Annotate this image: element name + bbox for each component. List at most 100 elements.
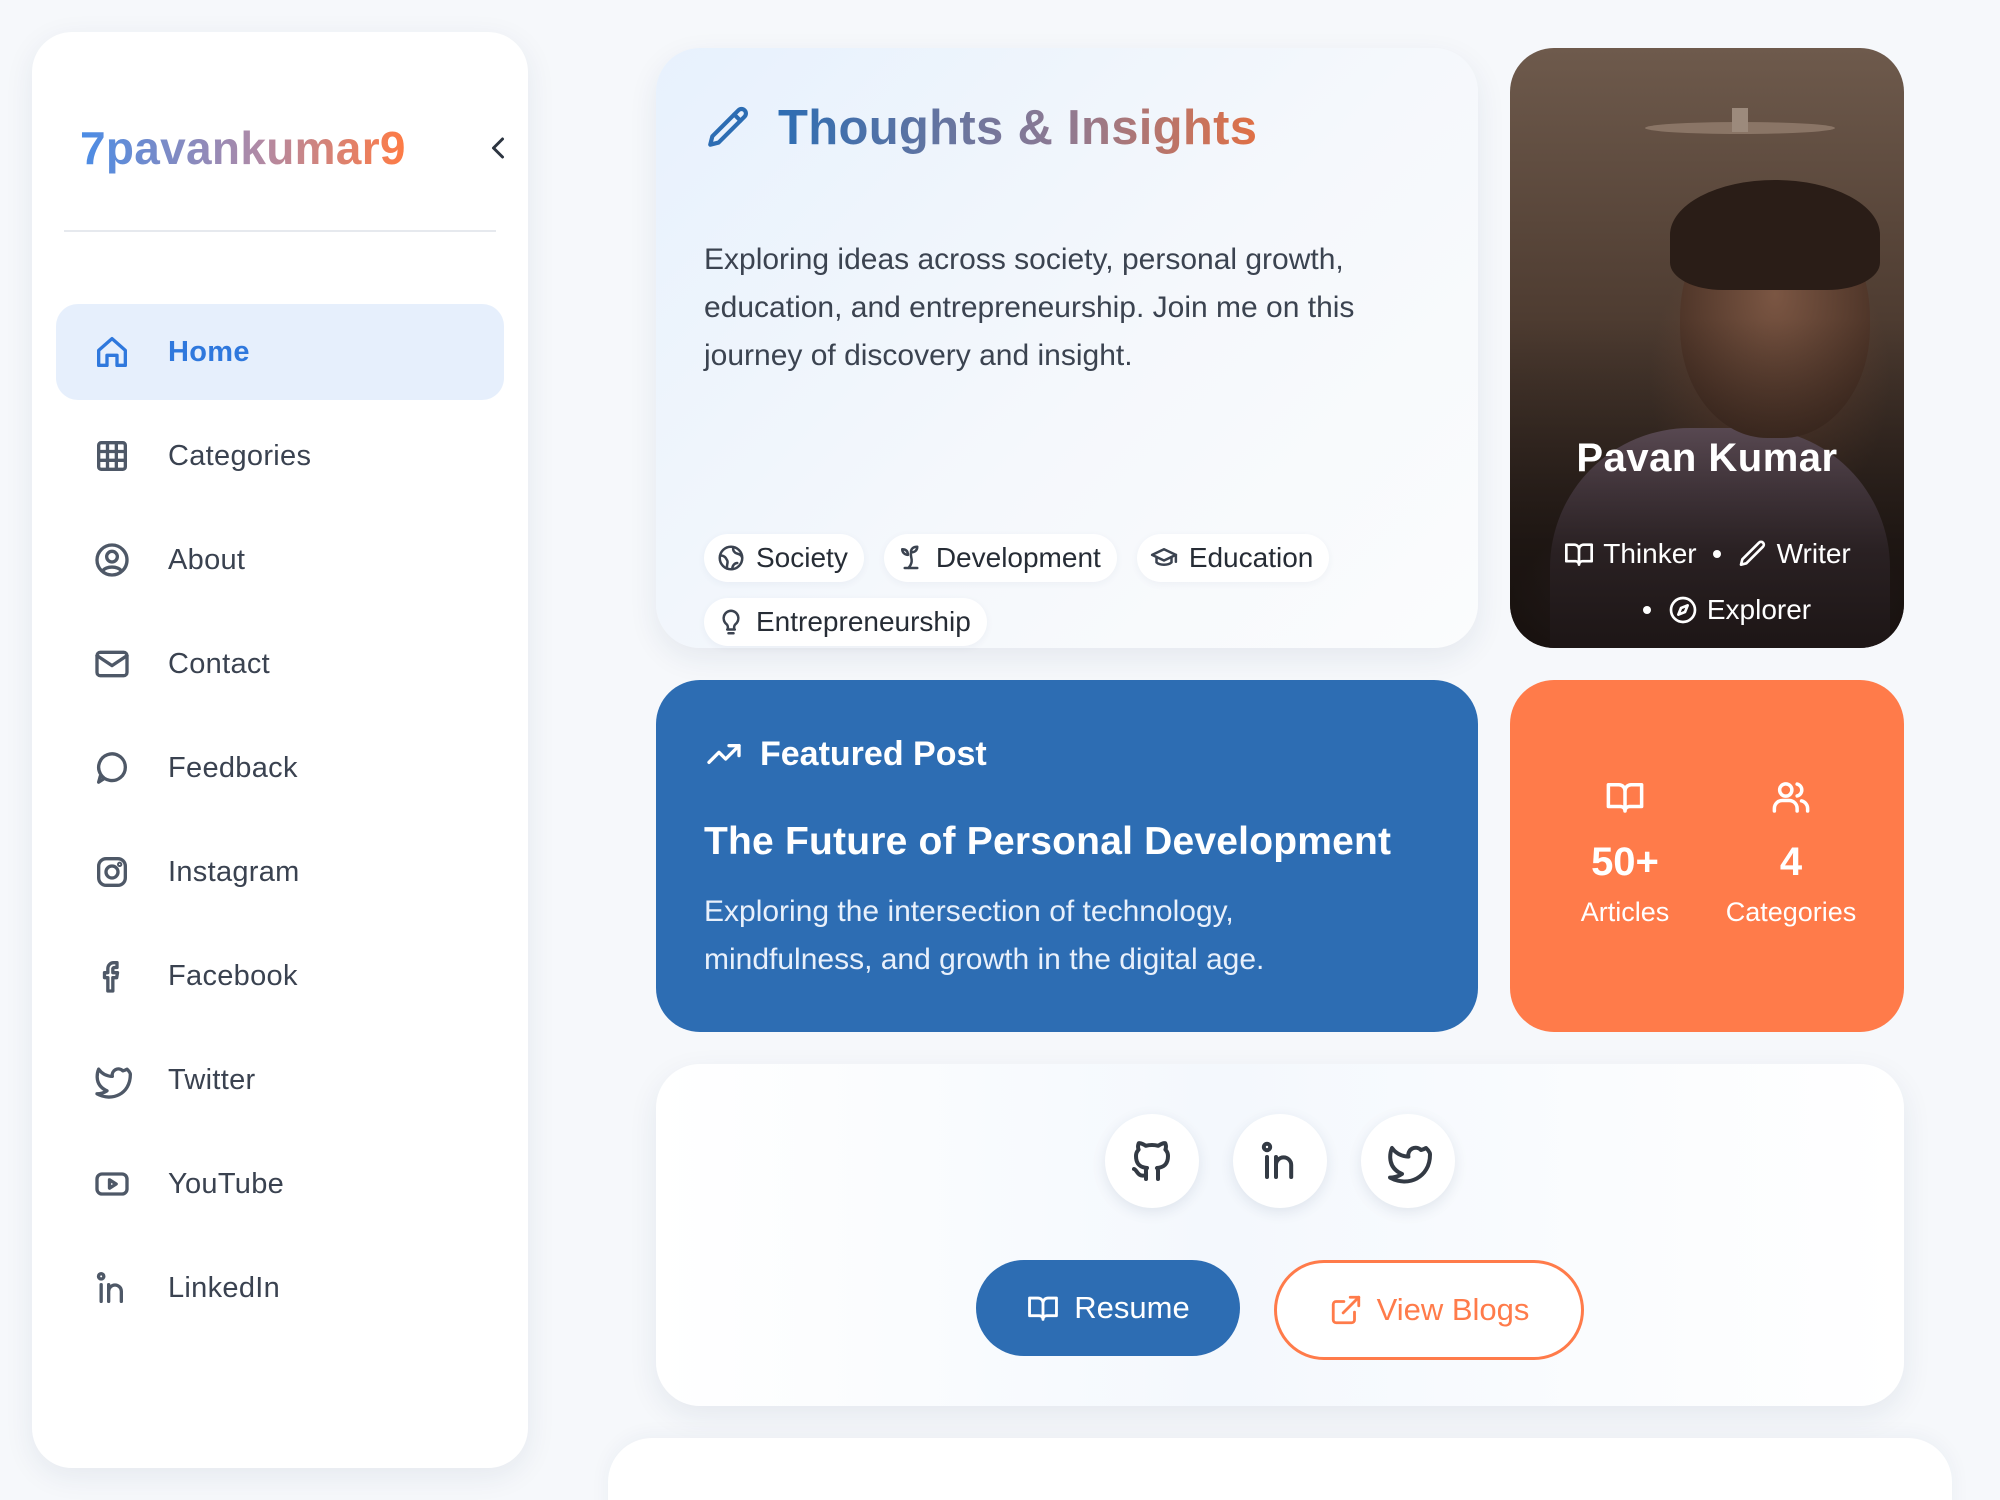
sidebar-item-feedback[interactable]: Feedback xyxy=(56,720,504,816)
graduation-cap-icon xyxy=(1150,548,1177,566)
users-icon xyxy=(1772,782,1810,813)
tag-development[interactable]: Development xyxy=(883,534,1117,582)
external-link-icon xyxy=(1331,1295,1360,1325)
role-thinker: Thinker xyxy=(1563,538,1697,570)
sidebar-item-label: Feedback xyxy=(168,751,298,784)
youtube-icon xyxy=(95,1172,129,1196)
sidebar-item-label: Home xyxy=(168,335,250,368)
sprout-icon xyxy=(900,545,919,570)
sidebar-item-label: Instagram xyxy=(168,855,300,888)
hero-header: Thoughts & Insights xyxy=(704,100,1257,156)
linkedin-link[interactable] xyxy=(1233,1114,1327,1208)
sidebar-item-home[interactable]: Home xyxy=(56,304,504,400)
github-icon xyxy=(1132,1141,1170,1181)
tag-label: Entrepreneurship xyxy=(756,606,971,637)
tag-education[interactable]: Education xyxy=(1136,534,1330,582)
lightbulb-icon xyxy=(722,609,740,635)
stat-categories: 4 Categories xyxy=(1706,776,1876,928)
stat-label: Categories xyxy=(1725,897,1857,927)
role-writer: Writer xyxy=(1737,538,1851,570)
profile-photo xyxy=(1645,108,1835,134)
pen-icon xyxy=(708,106,748,147)
grid-icon xyxy=(97,441,128,471)
sidebar-item-label: LinkedIn xyxy=(168,1271,281,1304)
sidebar-item-linkedin[interactable]: LinkedIn xyxy=(56,1240,504,1336)
page-title: Thoughts & Insights xyxy=(778,101,1258,155)
social-links-card: Resume View Blogs xyxy=(656,1064,1904,1406)
book-open-icon xyxy=(1565,543,1594,566)
instagram-icon xyxy=(97,857,127,887)
chevron-left-icon[interactable] xyxy=(480,130,516,166)
role-label: Explorer xyxy=(1706,594,1812,625)
stat-label: Articles xyxy=(1580,897,1670,927)
twitter-icon xyxy=(1388,1145,1432,1184)
sidebar-item-about[interactable]: About xyxy=(56,512,504,608)
stat-value: 50+ xyxy=(1591,840,1659,884)
featured-post-card[interactable]: Featured Post The Future of Personal Dev… xyxy=(656,680,1478,1032)
user-circle-icon xyxy=(95,543,129,577)
sidebar-item-twitter[interactable]: Twitter xyxy=(56,1032,504,1128)
sidebar-item-categories[interactable]: Categories xyxy=(56,408,504,504)
view-blogs-button[interactable]: View Blogs xyxy=(1274,1260,1584,1360)
sidebar-item-contact[interactable]: Contact xyxy=(56,616,504,712)
view-blogs-button-label: View Blogs xyxy=(1376,1292,1530,1327)
role-label: Thinker xyxy=(1603,538,1697,569)
trending-up-icon xyxy=(707,744,741,764)
sidebar-nav: Home Categories About Contact Feedback I… xyxy=(56,304,504,1344)
tag-society[interactable]: Society xyxy=(704,534,864,582)
cta-row: Resume View Blogs xyxy=(656,1260,1904,1360)
sidebar-item-facebook[interactable]: Facebook xyxy=(56,928,504,1024)
sidebar-item-label: Categories xyxy=(168,439,312,472)
featured-post-title[interactable]: The Future of Personal Development xyxy=(704,820,1391,864)
mail-icon xyxy=(95,650,129,678)
sidebar-item-label: Contact xyxy=(168,647,271,680)
sidebar-item-label: YouTube xyxy=(168,1167,285,1200)
message-circle-icon xyxy=(97,752,128,784)
book-open-icon xyxy=(1028,1296,1059,1321)
profile-photo-hair xyxy=(1670,180,1880,290)
facebook-icon xyxy=(102,961,120,993)
sidebar-divider xyxy=(64,230,496,232)
tag-label: Development xyxy=(935,542,1101,573)
role-label: Writer xyxy=(1776,538,1851,569)
home-icon xyxy=(97,337,128,367)
tag-label: Society xyxy=(756,542,848,573)
tag-entrepreneurship[interactable]: Entrepreneurship xyxy=(704,598,987,646)
role-explorer: Explorer xyxy=(1667,594,1811,626)
sidebar-item-instagram[interactable]: Instagram xyxy=(56,824,504,920)
hero-description: Exploring ideas across society, personal… xyxy=(704,243,1355,372)
sidebar-item-label: Facebook xyxy=(168,959,298,992)
brand-logo[interactable]: 7pavankumar9 xyxy=(80,121,406,175)
role-separator xyxy=(1642,606,1651,614)
sidebar-header: 7pavankumar9 xyxy=(80,116,504,180)
featured-header: Featured Post xyxy=(704,734,987,774)
social-icon-row xyxy=(656,1114,1904,1208)
pen-icon xyxy=(1739,540,1765,566)
stats-card: 50+ Articles 4 Categories xyxy=(1510,680,1904,1032)
featured-post-description: Exploring the intersection of technology… xyxy=(704,895,1265,976)
github-link[interactable] xyxy=(1105,1114,1199,1208)
tag-list: Society Development Education Entreprene… xyxy=(704,534,1444,646)
role-separator xyxy=(1712,550,1721,558)
twitter-icon xyxy=(95,1067,132,1099)
sidebar-item-youtube[interactable]: YouTube xyxy=(56,1136,504,1232)
linkedin-icon xyxy=(1261,1141,1294,1179)
twitter-link[interactable] xyxy=(1361,1114,1455,1208)
tag-label: Education xyxy=(1188,542,1314,573)
profile-card: Pavan Kumar Thinker Writer Explorer xyxy=(1510,48,1904,648)
sidebar-item-label: Twitter xyxy=(168,1063,256,1096)
next-section-card xyxy=(608,1438,1952,1500)
featured-label: Featured Post xyxy=(760,734,987,773)
compass-icon xyxy=(1669,596,1697,624)
book-open-icon xyxy=(1606,783,1644,813)
sidebar-item-label: About xyxy=(168,543,246,576)
resume-button-label: Resume xyxy=(1074,1290,1190,1325)
linkedin-icon xyxy=(96,1272,124,1303)
resume-button[interactable]: Resume xyxy=(976,1260,1240,1356)
sidebar: 7pavankumar9 Home Categories About Conta… xyxy=(32,32,528,1468)
profile-name: Pavan Kumar xyxy=(1576,436,1838,480)
stat-value: 4 xyxy=(1779,840,1803,884)
stat-articles: 50+ Articles xyxy=(1540,776,1710,928)
globe-icon xyxy=(718,545,744,571)
hero-card: Thoughts & Insights Exploring ideas acro… xyxy=(656,48,1478,648)
